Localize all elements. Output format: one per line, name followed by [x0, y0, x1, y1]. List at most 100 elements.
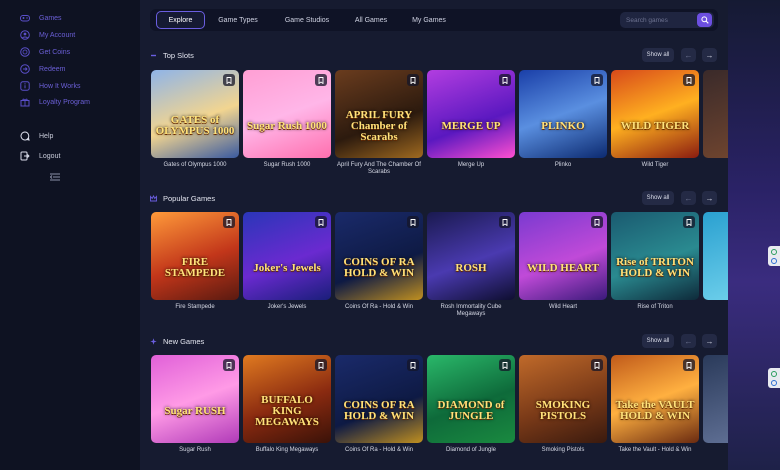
show-all-button[interactable]: Show all — [642, 334, 674, 348]
bookmark-button[interactable] — [591, 359, 603, 371]
bookmark-button[interactable] — [223, 74, 235, 86]
game-thumbnail[interactable]: Sugar Rush 1000 — [243, 70, 331, 158]
section-new-games-header: New Games — [150, 337, 204, 346]
bookmark-button[interactable] — [315, 216, 327, 228]
game-thumbnail[interactable]: COINS OF RA HOLD & WIN — [335, 355, 423, 443]
bookmark-button[interactable] — [407, 359, 419, 371]
game-card[interactable]: COINS OF RA HOLD & WIN Coins Of Ra - Hold… — [335, 355, 423, 454]
floating-widget[interactable] — [768, 368, 780, 388]
bookmark-button[interactable] — [407, 216, 419, 228]
sidebar-item-label: How It Works — [39, 82, 81, 90]
game-card[interactable]: Sugar Rush 1000 Sugar Rush 1000 — [243, 70, 331, 169]
game-thumbnail[interactable]: WILD TIGER — [611, 70, 699, 158]
game-card[interactable]: PLINKO Plinko — [519, 70, 607, 169]
game-card[interactable]: COINS OF RA HOLD & WIN Coins Of Ra - Hold… — [335, 212, 423, 311]
game-card[interactable]: Sugar RUSH Sugar Rush — [151, 355, 239, 454]
sidebar-item-how-it-works[interactable]: How It Works — [20, 79, 81, 93]
game-thumbnail[interactable]: SMOKING PISTOLS — [519, 355, 607, 443]
show-all-button[interactable]: Show all — [642, 48, 674, 62]
game-card[interactable]: Rise of TRITON HOLD & WIN Rise of Triton — [611, 212, 699, 311]
floating-widget[interactable] — [768, 246, 780, 266]
chevron-right-icon: → — [705, 193, 714, 203]
game-card[interactable]: SMOKING PISTOLS Smoking Pistols — [519, 355, 607, 454]
bookmark-button[interactable] — [315, 74, 327, 86]
game-thumbnail[interactable]: WILD HEART — [519, 212, 607, 300]
game-card[interactable]: GATES of OLYMPUS 1000 Gates of Olympus 10… — [151, 70, 239, 169]
bookmark-button[interactable] — [499, 359, 511, 371]
scroll-left-button[interactable]: ← — [681, 48, 696, 62]
game-title: Rocksta — [703, 447, 728, 454]
sidebar-item-get-coins[interactable]: Get Coins — [20, 45, 70, 59]
game-thumbnail[interactable]: BUFFALO KING MEGAWAYS — [243, 355, 331, 443]
search-button[interactable] — [697, 13, 712, 27]
bookmark-icon — [226, 76, 232, 84]
game-thumbnail[interactable]: MERGE UP — [427, 70, 515, 158]
game-thumbnail[interactable]: Take the VAULT HOLD & WIN — [611, 355, 699, 443]
tab-game-types[interactable]: Game Types — [210, 11, 266, 29]
scroll-left-button[interactable]: ← — [681, 191, 696, 205]
game-card[interactable]: WILD TIGER Wild Tiger — [611, 70, 699, 169]
game-card[interactable]: FIRE STAMPEDE Fire Stampede — [151, 212, 239, 311]
sidebar-item-my-account[interactable]: My Account — [20, 28, 75, 42]
game-card[interactable]: WILD HEART Wild Heart — [519, 212, 607, 311]
sidebar-item-redeem[interactable]: Redeem — [20, 62, 65, 76]
game-card[interactable]: Take the — [703, 70, 728, 169]
game-thumbnail[interactable]: FIRE STAMPEDE — [151, 212, 239, 300]
bookmark-button[interactable] — [499, 74, 511, 86]
game-card[interactable]: APRIL FURY Chamber of Scarabs April Fury … — [335, 70, 423, 176]
sidebar-item-label: Games — [39, 14, 62, 22]
bookmark-icon — [318, 218, 324, 226]
bookmark-button[interactable] — [499, 216, 511, 228]
tab-my-games[interactable]: My Games — [404, 11, 454, 29]
sidebar-item-logout[interactable]: Logout — [20, 149, 60, 163]
user-icon — [20, 30, 30, 40]
bookmark-button[interactable] — [315, 359, 327, 371]
tab-all-games[interactable]: All Games — [346, 11, 396, 29]
game-thumbnail[interactable]: DIAMOND of JUNGLE — [427, 355, 515, 443]
bookmark-button[interactable] — [683, 216, 695, 228]
collapse-sidebar-icon[interactable] — [49, 173, 62, 183]
game-title: Take the — [703, 162, 728, 169]
game-thumbnail[interactable]: ROSH — [427, 212, 515, 300]
show-all-button[interactable]: Show all — [642, 191, 674, 205]
bookmark-button[interactable] — [223, 216, 235, 228]
tab-explore[interactable]: Explore — [156, 11, 205, 29]
bookmark-button[interactable] — [591, 74, 603, 86]
game-card[interactable]: MERGE UP Merge Up — [427, 70, 515, 169]
game-thumbnail[interactable]: COINS OF RA HOLD & WIN — [335, 212, 423, 300]
game-thumbnail[interactable]: Joker's Jewels — [243, 212, 331, 300]
game-thumbnail[interactable]: ROC — [703, 355, 728, 443]
game-thumbnail[interactable]: PLINKO — [519, 70, 607, 158]
bookmark-icon — [226, 361, 232, 369]
game-card[interactable]: ROC Rocksta — [703, 355, 728, 454]
game-card[interactable]: BO B B — [703, 212, 728, 311]
game-card[interactable]: BUFFALO KING MEGAWAYS Buffalo King Megawa… — [243, 355, 331, 454]
game-thumbnail[interactable]: APRIL FURY Chamber of Scarabs — [335, 70, 423, 158]
game-card[interactable]: Take the VAULT HOLD & WIN Take the Vault … — [611, 355, 699, 454]
game-thumbnail[interactable]: Sugar RUSH — [151, 355, 239, 443]
game-logo-text: Joker's Jewels — [253, 261, 321, 274]
scroll-left-button[interactable]: ← — [681, 334, 696, 348]
tab-game-studios[interactable]: Game Studios — [276, 11, 338, 29]
section-popular-games-header: Popular Games — [150, 194, 215, 203]
bookmark-button[interactable] — [223, 359, 235, 371]
game-card[interactable]: DIAMOND of JUNGLE Diamond of Jungle — [427, 355, 515, 454]
game-card[interactable]: ROSH Rosh Immortality Cube Megaways — [427, 212, 515, 318]
sidebar-item-label: My Account — [39, 31, 76, 39]
scroll-right-button[interactable]: → — [702, 334, 717, 348]
bookmark-button[interactable] — [683, 74, 695, 86]
sidebar-item-help[interactable]: Help — [20, 129, 53, 143]
game-thumbnail[interactable]: Rise of TRITON HOLD & WIN — [611, 212, 699, 300]
game-thumbnail[interactable]: BO B — [703, 212, 728, 300]
bookmark-button[interactable] — [683, 359, 695, 371]
bookmark-button[interactable] — [407, 74, 419, 86]
search-input[interactable] — [626, 14, 694, 26]
sidebar-item-games[interactable]: Games — [20, 11, 62, 25]
game-thumbnail[interactable]: GATES of OLYMPUS 1000 — [151, 70, 239, 158]
scroll-right-button[interactable]: → — [702, 48, 717, 62]
game-card[interactable]: Joker's Jewels Joker's Jewels — [243, 212, 331, 311]
bookmark-button[interactable] — [591, 216, 603, 228]
game-thumbnail[interactable] — [703, 70, 728, 158]
scroll-right-button[interactable]: → — [702, 191, 717, 205]
sidebar-item-loyalty-program[interactable]: Loyalty Program — [20, 95, 90, 109]
